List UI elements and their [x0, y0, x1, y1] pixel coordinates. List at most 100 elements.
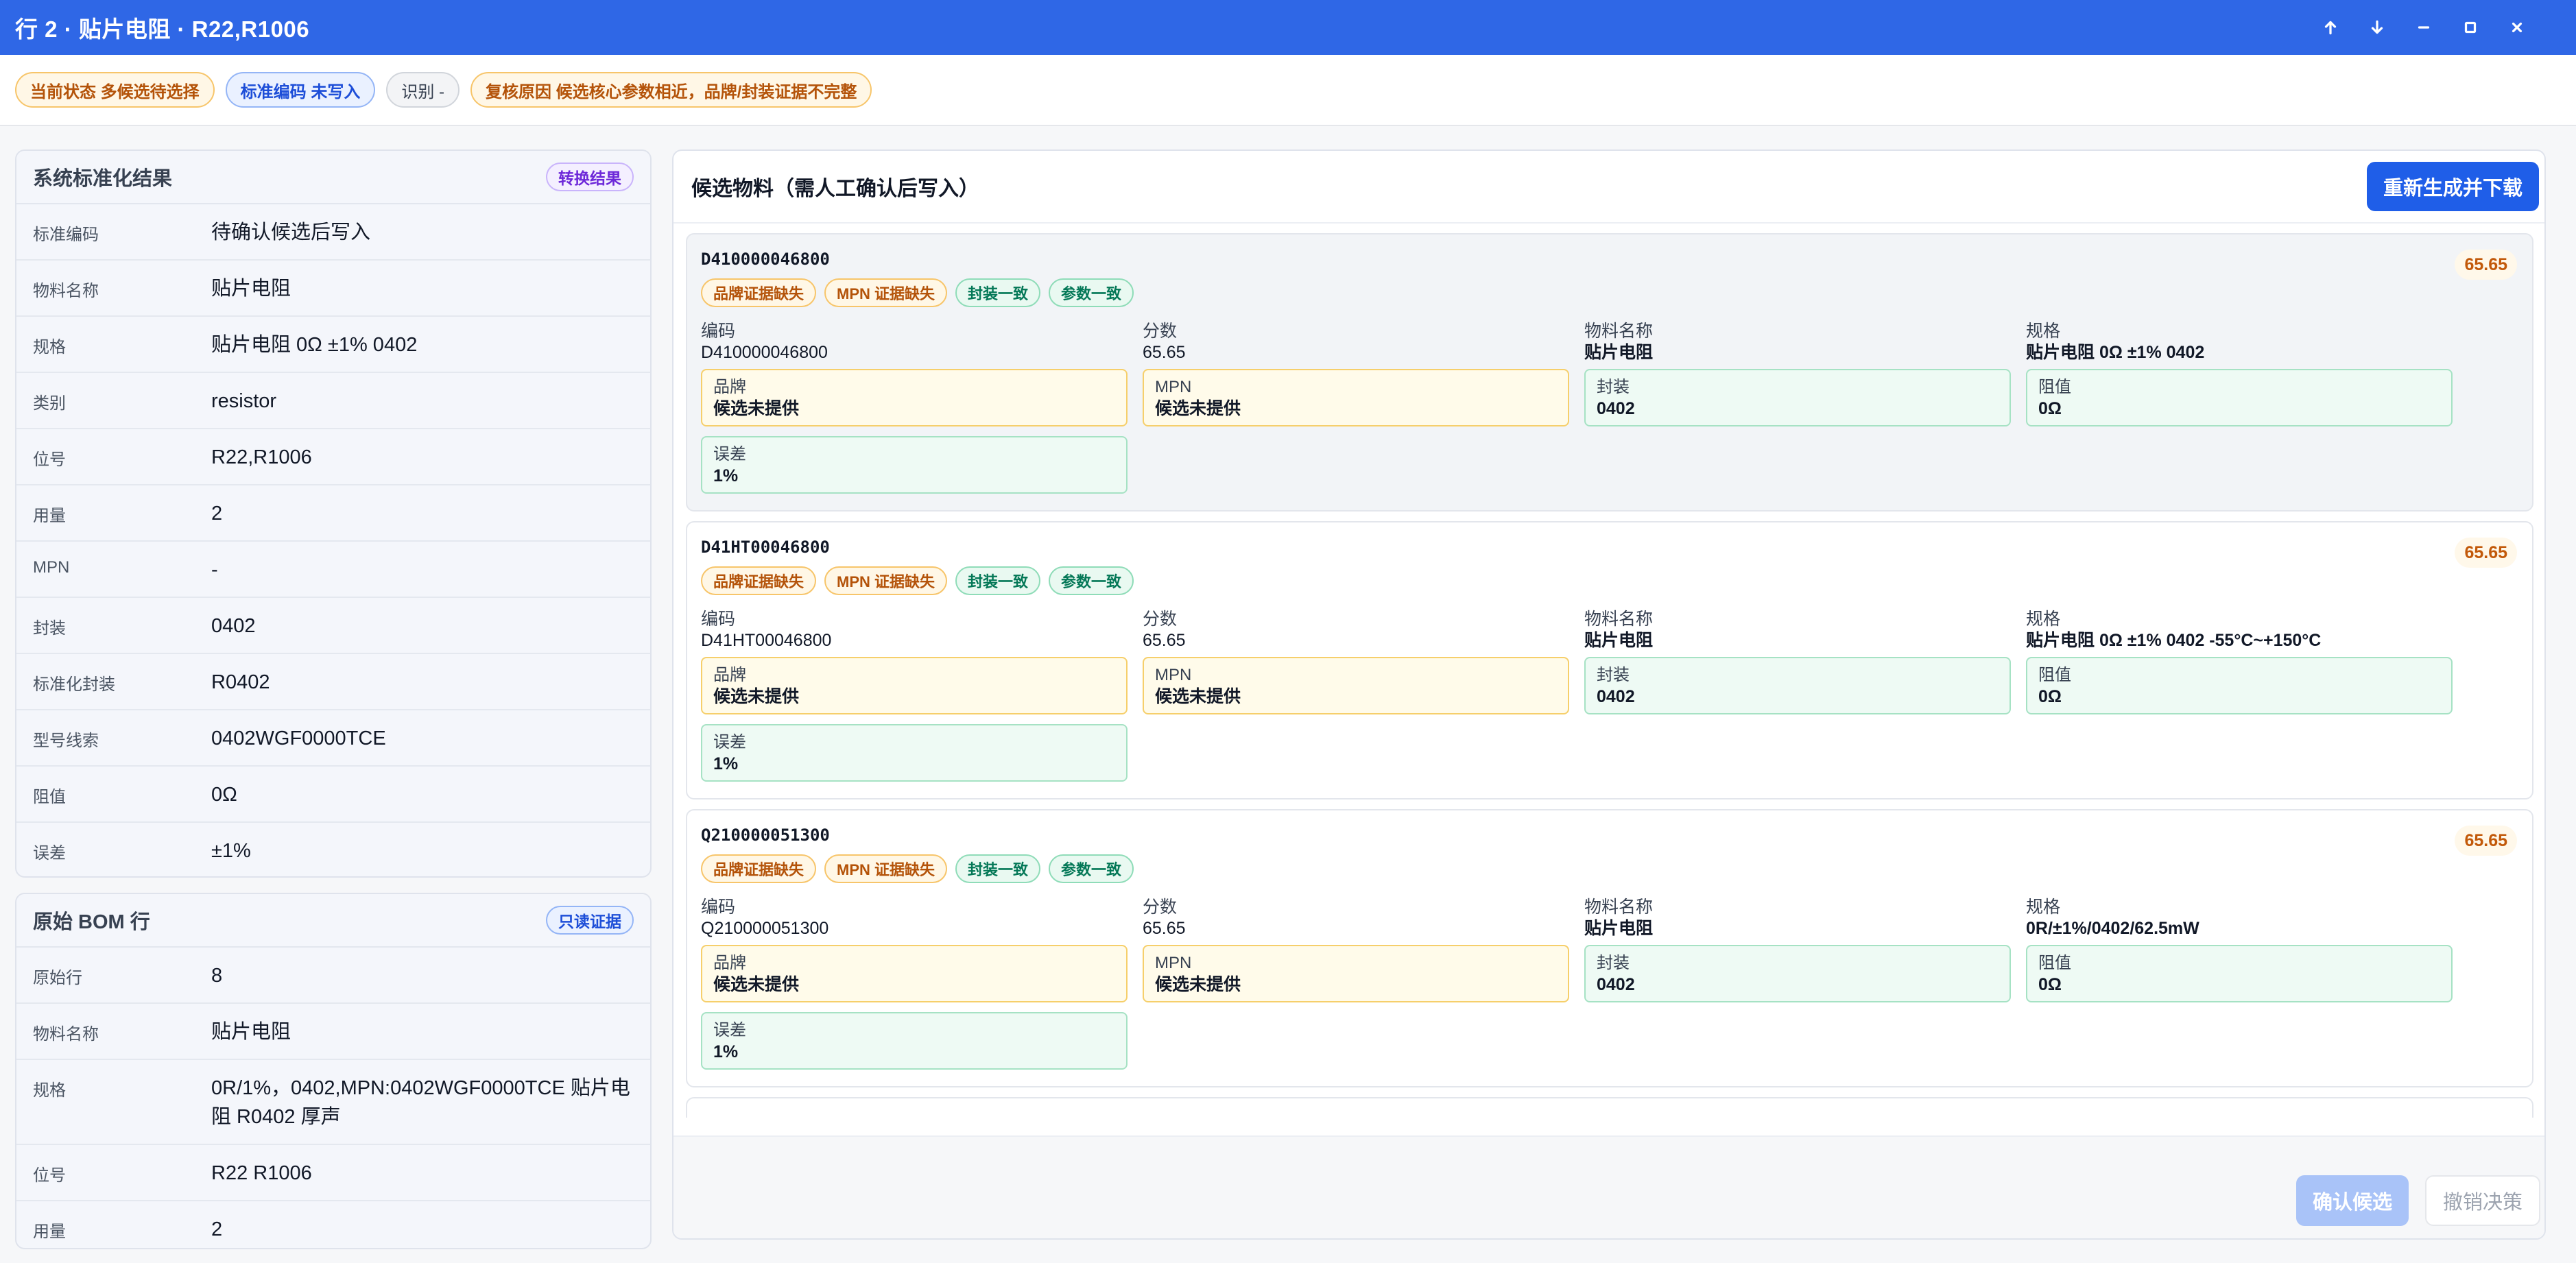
normalized-row: 类别 resistor	[16, 373, 650, 429]
candidate-field: 分数 65.65	[1143, 609, 1569, 651]
field-label: 分数	[1143, 322, 1178, 341]
raw_bom-row-value: R22 R1006	[211, 1162, 312, 1184]
attribute-value: 候选未提供	[1155, 687, 1241, 706]
attribute-label: 品牌	[713, 378, 746, 396]
attribute-box: 阻值 0Ω	[2026, 657, 2453, 714]
normalized-result-header: 系统标准化结果 转换结果	[16, 151, 650, 204]
attribute-label: MPN	[1155, 954, 1192, 972]
field-label: 物料名称	[1584, 322, 1654, 341]
convert-result-button[interactable]: 转换结果	[546, 163, 634, 191]
attribute-value: 1%	[713, 466, 739, 485]
normalized-row-label: 误差	[33, 844, 66, 863]
candidate-card[interactable]	[686, 1097, 2533, 1118]
candidate-field: 物料名称 贴片电阻	[1584, 321, 2011, 363]
normalized-result-panel: 系统标准化结果 转换结果 标准编码 待确认候选后写入 物料名称 贴片电阻 规格 贴片电阻 …	[15, 149, 652, 878]
candidate-card[interactable]: D41HT00046800 65.65 品牌证据缺失 MPN 证据缺失 封装一致 参数一致…	[686, 521, 2533, 799]
field-label: 分数	[1143, 610, 1178, 629]
raw-bom-title: 原始 BOM 行	[33, 911, 150, 933]
candidate-fields: 编码 D41HT00046800 分数 65.65 物料名称 贴片电阻 规格 贴片电阻 0Ω …	[701, 609, 2518, 651]
raw_bom-row-value: 0R/1%，0402,MPN:0402WGF0000TCE 贴片电阻 R0402…	[211, 1077, 630, 1128]
normalized-row-value: 0402WGF0000TCE	[211, 727, 386, 749]
attribute-box: 品牌 候选未提供	[701, 657, 1128, 714]
raw_bom-row-label: 用量	[33, 1223, 66, 1241]
candidate-code: D410000046800	[701, 250, 830, 269]
evidence-tag: 参数一致	[1049, 566, 1134, 595]
field-label: 编码	[701, 322, 736, 341]
attribute-label: 封装	[1597, 378, 1630, 396]
normalized-row-value: 2	[211, 503, 223, 525]
evidence-tag: 品牌证据缺失	[701, 566, 817, 595]
attribute-label: 阻值	[2038, 666, 2071, 684]
field-label: 规格	[2026, 898, 2061, 917]
field-label: 物料名称	[1584, 898, 1654, 917]
normalized-result-list: 标准编码 待确认候选后写入 物料名称 贴片电阻 规格 贴片电阻 0Ω ±1% 0402 类别…	[16, 204, 650, 876]
field-value: Q210000051300	[701, 919, 829, 938]
candidate-card[interactable]: Q210000051300 65.65 品牌证据缺失 MPN 证据缺失 封装一致 参数一致…	[686, 809, 2533, 1087]
normalized-row-label: 阻值	[33, 788, 66, 806]
regenerate-download-button[interactable]: 重新生成并下载	[2366, 162, 2539, 211]
normalized-row: 位号 R22,R1006	[16, 429, 650, 485]
raw-bom-panel: 原始 BOM 行 只读证据 原始行 8 物料名称 贴片电阻 规格 0R/1%，0402,M…	[15, 893, 652, 1249]
attribute-value: 候选未提供	[713, 975, 800, 994]
attribute-box: MPN 候选未提供	[1143, 369, 1569, 426]
candidate-field: 分数 65.65	[1143, 897, 1569, 939]
normalized-result-title: 系统标准化结果	[33, 168, 173, 190]
normalized-row: 阻值 0Ω	[16, 767, 650, 823]
attribute-value: 0Ω	[2038, 399, 2062, 418]
attribute-box: MPN 候选未提供	[1143, 945, 1569, 1002]
attribute-box: 阻值 0Ω	[2026, 369, 2453, 426]
field-value: D41HT00046800	[701, 631, 832, 650]
normalized-row-label: 位号	[33, 450, 66, 469]
evidence-tag: 品牌证据缺失	[701, 278, 817, 307]
normalized-row: 标准化封装 R0402	[16, 654, 650, 710]
field-label: 物料名称	[1584, 610, 1654, 629]
normalized-row-label: 规格	[33, 338, 66, 357]
candidates-panel: 候选物料（需人工确认后写入） 重新生成并下载 D410000046800 65.6…	[672, 149, 2546, 1240]
readonly-evidence-badge: 只读证据	[546, 906, 634, 935]
field-label: 编码	[701, 610, 736, 629]
close-button[interactable]	[2494, 7, 2540, 48]
candidate-field: 规格 贴片电阻 0Ω ±1% 0402 -55°C~+150°C	[2026, 609, 2453, 651]
recognition-chip: 识别 -	[386, 72, 460, 108]
normalized-row: 误差 ±1%	[16, 823, 650, 876]
minimize-button[interactable]	[2400, 7, 2447, 48]
maximize-button[interactable]	[2447, 7, 2494, 48]
evidence-tag: 品牌证据缺失	[701, 854, 817, 883]
close-icon	[2512, 22, 2523, 33]
attribute-label: 品牌	[713, 954, 746, 972]
attribute-label: 封装	[1597, 954, 1630, 972]
attribute-value: 0402	[1597, 399, 1635, 418]
normalized-row: 规格 贴片电阻 0Ω ±1% 0402	[16, 317, 650, 373]
attribute-box: 阻值 0Ω	[2026, 945, 2453, 1002]
candidate-fields: 编码 D410000046800 分数 65.65 物料名称 贴片电阻 规格 贴片电阻 0Ω …	[701, 321, 2518, 363]
field-value: 贴片电阻	[1584, 919, 1654, 938]
candidate-tags: 品牌证据缺失 MPN 证据缺失 封装一致 参数一致	[701, 566, 2518, 597]
candidate-field: 编码 D41HT00046800	[701, 609, 1128, 651]
candidate-card[interactable]: D410000046800 65.65 品牌证据缺失 MPN 证据缺失 封装一致 参数一致…	[686, 233, 2533, 512]
evidence-tag: MPN 证据缺失	[824, 278, 948, 307]
attribute-value: 0Ω	[2038, 687, 2062, 706]
attribute-label: MPN	[1155, 666, 1192, 684]
raw_bom-row-value: 8	[211, 965, 223, 987]
next-row-button[interactable]	[2354, 7, 2400, 48]
attribute-value: 0Ω	[2038, 975, 2062, 994]
field-label: 编码	[701, 898, 736, 917]
field-label: 规格	[2026, 610, 2061, 629]
prev-row-button[interactable]	[2307, 7, 2354, 48]
arrow-up-icon	[2324, 21, 2337, 35]
evidence-tag: MPN 证据缺失	[824, 854, 948, 883]
undo-decision-button[interactable]: 撤销决策	[2424, 1175, 2540, 1226]
candidate-field: 规格 0R/±1%/0402/62.5mW	[2026, 897, 2453, 939]
attribute-value: 0402	[1597, 975, 1635, 994]
normalized-row: MPN -	[16, 542, 650, 598]
normalized-row-label: 封装	[33, 619, 66, 638]
candidate-field: 规格 贴片电阻 0Ω ±1% 0402	[2026, 321, 2453, 363]
confirm-candidate-button[interactable]: 确认候选	[2295, 1175, 2409, 1226]
candidate-score-badge: 65.65	[2455, 826, 2517, 856]
attribute-box: 误差 1%	[701, 436, 1128, 494]
normalized-row-value: 待确认候选后写入	[211, 221, 371, 243]
attribute-label: 阻值	[2038, 378, 2071, 396]
raw-bom-header: 原始 BOM 行 只读证据	[16, 894, 650, 948]
evidence-tag: 封装一致	[955, 566, 1041, 595]
candidate-list[interactable]: D410000046800 65.65 品牌证据缺失 MPN 证据缺失 封装一致 参数一致…	[686, 233, 2533, 1118]
